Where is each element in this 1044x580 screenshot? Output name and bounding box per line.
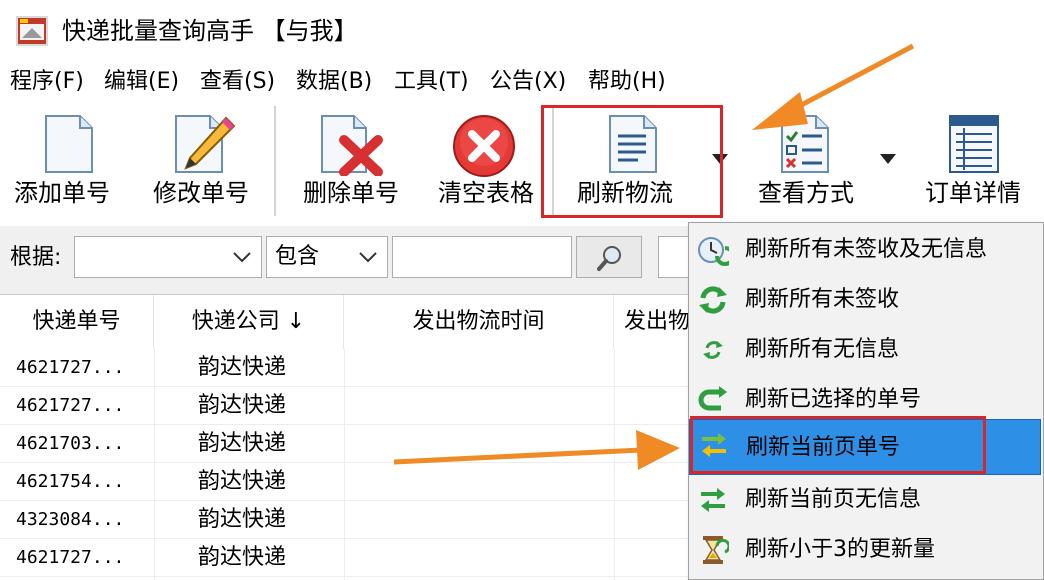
window-title: 快递批量查询高手 【与我】 bbox=[62, 17, 358, 45]
menu-tools[interactable]: 工具(T) bbox=[394, 67, 469, 97]
menu-item-refresh-current-page-noinfo[interactable]: 刷新当前页无信息 bbox=[689, 475, 1041, 525]
filter-label: 根据: bbox=[10, 245, 62, 270]
tracking-number-cell: 4621703... bbox=[16, 433, 125, 454]
table-row[interactable]: 4621727... 韵达快递 bbox=[0, 387, 690, 425]
view-mode-button[interactable]: 查看方式 bbox=[748, 100, 864, 220]
menu-item-refresh-unsigned[interactable]: 刷新所有未签收 bbox=[689, 275, 1041, 325]
courier-cell: 韵达快递 bbox=[198, 469, 287, 494]
title-bar: 快递批量查询高手 【与我】 bbox=[0, 0, 1044, 64]
condition-select-value: 包含 bbox=[275, 244, 320, 269]
condition-select[interactable]: 包含 bbox=[266, 236, 388, 278]
app-logo-icon bbox=[16, 16, 48, 46]
menu-item-label: 刷新所有未签收 bbox=[745, 287, 900, 312]
menu-item-refresh-unsigned-and-noinfo[interactable]: 刷新所有未签收及无信息 bbox=[689, 225, 1041, 275]
tracking-number-cell: 4621727... bbox=[16, 395, 125, 416]
clear-table-label: 清空表格 bbox=[438, 179, 534, 207]
tracking-number-cell: 4621727... bbox=[16, 547, 125, 568]
clear-table-button[interactable]: 清空表格 bbox=[430, 100, 542, 220]
column-header-tracking-number[interactable]: 快递单号 bbox=[0, 295, 154, 349]
search-icon bbox=[597, 246, 621, 271]
menu-item-label: 刷新所有未签收及无信息 bbox=[745, 237, 988, 262]
view-mode-label: 查看方式 bbox=[758, 179, 854, 207]
selected-item-highlight-box bbox=[690, 416, 986, 474]
hourglass-icon bbox=[703, 536, 729, 564]
table-row[interactable]: 4621727... 韵达快递 bbox=[0, 349, 690, 387]
refresh-dropdown-menu: 刷新所有未签收及无信息 刷新所有未签收 刷新所有无信息 刷新已选择的单号 刷新当… bbox=[688, 222, 1044, 580]
column-header-dispatch[interactable]: 发出物 bbox=[614, 295, 690, 349]
add-number-button[interactable]: 添加单号 bbox=[4, 100, 120, 220]
courier-cell: 韵达快递 bbox=[198, 393, 287, 418]
tracking-number-cell: 4621727... bbox=[16, 357, 125, 378]
edit-document-icon bbox=[175, 115, 236, 173]
edit-number-button[interactable]: 修改单号 bbox=[142, 100, 260, 220]
menu-item-label: 刷新所有无信息 bbox=[745, 337, 900, 362]
menu-item-label: 刷新小于3的更新量 bbox=[745, 537, 935, 562]
menu-item-label: 刷新已选择的单号 bbox=[745, 387, 922, 412]
order-detail-label: 订单详情 bbox=[925, 179, 1021, 207]
courier-cell: 韵达快递 bbox=[198, 545, 287, 570]
field-select[interactable] bbox=[74, 236, 262, 278]
refresh-clock-icon bbox=[698, 237, 729, 266]
refresh-selected-icon bbox=[698, 386, 727, 411]
menu-notice[interactable]: 公告(X) bbox=[490, 67, 566, 97]
view-mode-dropdown-arrow-icon[interactable] bbox=[880, 154, 896, 164]
menu-data[interactable]: 数据(B) bbox=[296, 67, 372, 97]
add-number-label: 添加单号 bbox=[14, 179, 110, 207]
table-row[interactable]: 4621727... 韵达快递 bbox=[0, 539, 690, 577]
menu-edit[interactable]: 编辑(E) bbox=[104, 67, 179, 97]
menu-item-label: 刷新当前页无信息 bbox=[745, 487, 922, 512]
edit-number-label: 修改单号 bbox=[153, 179, 249, 207]
order-detail-button[interactable]: 订单详情 bbox=[914, 100, 1032, 220]
courier-cell: 韵达快递 bbox=[198, 355, 287, 380]
tracking-table: 快递单号 快递公司 ↓ 发出物流时间 发出物 4621727... 韵达快递 4… bbox=[0, 295, 690, 580]
delete-number-label: 删除单号 bbox=[303, 179, 399, 207]
tracking-number-cell: 4323084... bbox=[16, 509, 125, 530]
menu-help[interactable]: 帮助(H) bbox=[588, 67, 666, 97]
courier-cell: 韵达快递 bbox=[198, 507, 287, 532]
table-row[interactable]: 4323084... 韵达快递 bbox=[0, 501, 690, 539]
menu-bar: 程序(F) 编辑(E) 查看(S) 数据(B) 工具(T) 公告(X) 帮助(H… bbox=[0, 64, 1044, 100]
refresh-page-noinfo-icon bbox=[701, 488, 725, 512]
menu-program[interactable]: 程序(F) bbox=[10, 67, 84, 97]
checklist-icon bbox=[781, 115, 829, 173]
column-header-courier[interactable]: 快递公司 ↓ bbox=[154, 295, 344, 349]
table-row[interactable]: 4621703... 韵达快递 bbox=[0, 425, 690, 463]
refresh-green-icon bbox=[699, 286, 727, 314]
chevron-down-icon bbox=[233, 252, 251, 263]
clear-x-icon bbox=[453, 115, 515, 177]
chevron-down-icon bbox=[359, 252, 377, 263]
tracking-number-cell: 4621754... bbox=[16, 471, 125, 492]
delete-document-icon bbox=[321, 115, 383, 176]
order-detail-icon bbox=[949, 115, 999, 173]
menu-item-refresh-low-update[interactable]: 刷新小于3的更新量 bbox=[689, 525, 1041, 575]
new-document-icon bbox=[45, 115, 93, 173]
refresh-button-highlight-box bbox=[541, 105, 723, 218]
menu-item-refresh-noinfo[interactable]: 刷新所有无信息 bbox=[689, 325, 1041, 375]
toolbar: 添加单号 修改单号 删除单号 清空表格 刷新物流 查看方式 订单详情 bbox=[0, 100, 1044, 226]
table-row[interactable]: 4621754... 韵达快递 bbox=[0, 463, 690, 501]
toolbar-separator bbox=[274, 106, 277, 216]
courier-cell: 韵达快递 bbox=[198, 431, 287, 456]
search-button[interactable] bbox=[576, 236, 642, 278]
menu-view[interactable]: 查看(S) bbox=[200, 67, 275, 97]
column-header-dispatch-time[interactable]: 发出物流时间 bbox=[344, 295, 614, 349]
refresh-small-icon bbox=[703, 341, 723, 359]
delete-number-button[interactable]: 删除单号 bbox=[296, 100, 406, 220]
search-input[interactable] bbox=[392, 236, 572, 278]
